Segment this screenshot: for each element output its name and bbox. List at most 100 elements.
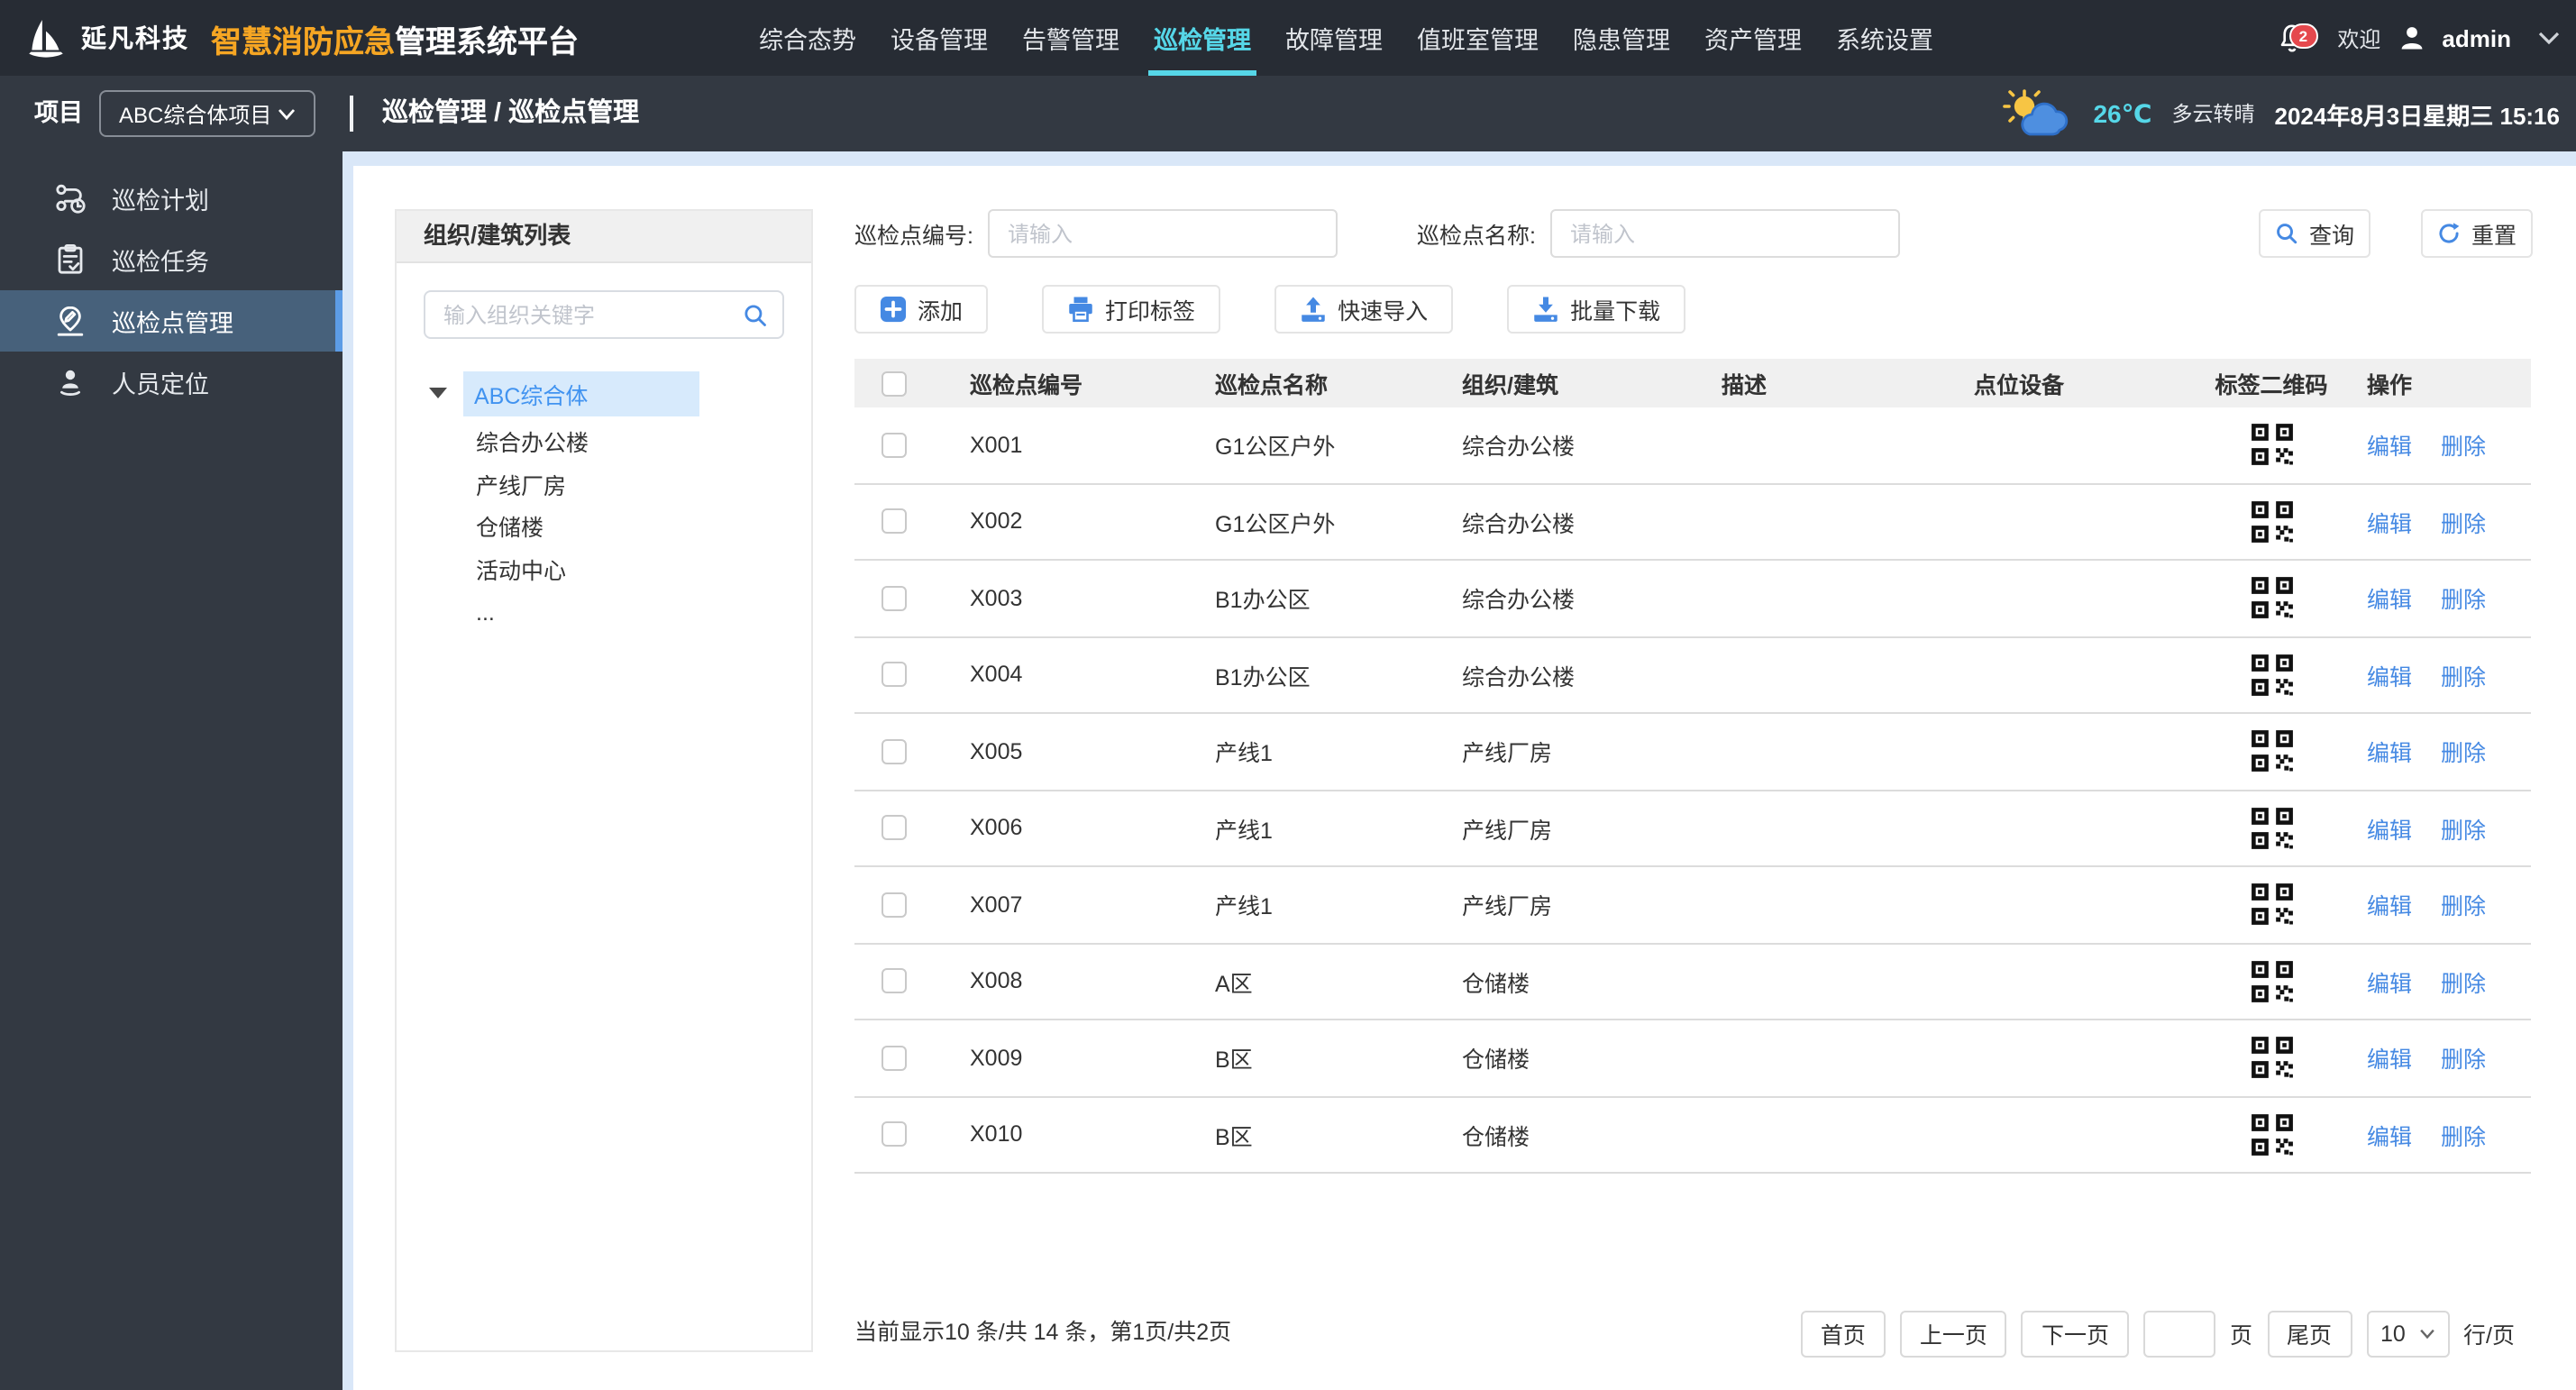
column-header-7: 操作 [2367,373,2413,398]
delete-link[interactable]: 删除 [2441,428,2486,462]
select-all-checkbox[interactable] [882,370,907,396]
product-name-suffix: 管理系统平台 [395,24,579,59]
project-select[interactable]: ABC综合体项目 [99,90,315,137]
notification-bell-icon[interactable]: 2 [2276,21,2318,55]
row-checkbox[interactable] [882,432,907,458]
row-select-cell [854,585,934,611]
prev-page-button[interactable]: 上一页 [1899,1310,2007,1357]
delete-link[interactable]: 删除 [2441,888,2486,922]
product-name-highlight: 智慧消防应急 [211,24,395,59]
row-checkbox[interactable] [882,892,907,918]
edit-link[interactable]: 编辑 [2367,1041,2412,1075]
tree-node-1[interactable]: 综合办公楼 [397,424,811,466]
row-select-cell [854,968,934,994]
page-number-input[interactable] [2142,1310,2215,1357]
row-checkbox[interactable] [882,968,907,994]
delete-link[interactable]: 删除 [2441,581,2486,616]
cell-point-code: X008 [970,968,1023,994]
username[interactable]: admin [2442,24,2511,51]
cell-point-code: X001 [970,432,1023,458]
sidebar-item-personnel-location[interactable]: 人员定位 [0,352,343,413]
cell-point-name: B区 [1215,1047,1253,1074]
nav-item-5[interactable]: 故障管理 [1280,0,1388,76]
first-page-button[interactable]: 首页 [1800,1310,1886,1357]
row-checkbox[interactable] [882,815,907,841]
printer-icon [1069,297,1092,323]
row-checkbox[interactable] [882,662,907,688]
cell-point-name: B1办公区 [1215,588,1311,614]
route-plan-icon [56,184,86,214]
tree-node-3[interactable]: 仓储楼 [397,508,811,551]
edit-link[interactable]: 编辑 [2367,965,2412,999]
user-avatar-icon[interactable] [2397,23,2425,52]
delete-link[interactable]: 删除 [2441,965,2486,999]
delete-link[interactable]: 删除 [2441,658,2486,692]
row-checkbox[interactable] [882,1121,907,1148]
company-logo-icon [29,19,63,57]
qr-code-icon [2251,883,2292,926]
edit-link[interactable]: 编辑 [2367,428,2412,462]
nav-item-1[interactable]: 综合态势 [754,0,862,76]
point-code-input[interactable] [987,209,1338,258]
edit-link[interactable]: 编辑 [2367,888,2412,922]
tree-root-node[interactable]: ABC综合体 [463,370,699,416]
cell-org-building: 综合办公楼 [1462,588,1576,614]
nav-item-8[interactable]: 资产管理 [1699,0,1807,76]
row-checkbox[interactable] [882,585,907,611]
nav-item-2[interactable]: 设备管理 [885,0,993,76]
search-icon [2277,224,2297,244]
reset-button[interactable]: 重置 [2421,209,2533,258]
batch-download-button[interactable]: 批量下载 [1507,285,1686,334]
cell-point-name: G1公区户外 [1215,434,1336,461]
task-list-icon [58,244,83,274]
cell-qr-code [2190,423,2352,468]
edit-link[interactable]: 编辑 [2367,1118,2412,1152]
org-search-icon[interactable] [743,302,768,327]
row-checkbox[interactable] [882,1045,907,1071]
toolbar: 添加 打印标签 快速导入 批量下载 [854,285,1686,334]
sidebar-item-inspection-task[interactable]: 巡检任务 [0,229,343,290]
delete-link[interactable]: 删除 [2441,1118,2486,1152]
page-size-select[interactable]: 10 [2366,1310,2450,1357]
next-page-button[interactable]: 下一页 [2021,1310,2129,1357]
edit-link[interactable]: 编辑 [2367,581,2412,616]
nav-item-4[interactable]: 巡检管理 [1148,0,1256,76]
edit-link[interactable]: 编辑 [2367,811,2412,846]
delete-link[interactable]: 删除 [2441,735,2486,769]
tree-node-4[interactable]: 活动中心 [397,551,811,593]
tree-node-5[interactable]: ... [397,593,811,636]
row-select-cell [854,738,934,764]
delete-link[interactable]: 删除 [2441,811,2486,846]
print-label-button[interactable]: 打印标签 [1042,285,1221,334]
org-search-input[interactable] [440,300,743,329]
delete-link[interactable]: 删除 [2441,505,2486,539]
row-checkbox[interactable] [882,508,907,535]
cell-point-code: X004 [970,662,1023,688]
tree-node-2[interactable]: 产线厂房 [397,466,811,508]
nav-item-7[interactable]: 隐患管理 [1567,0,1676,76]
user-area: 2 欢迎 admin [2276,0,2560,76]
qr-code-icon [2251,1037,2292,1079]
nav-item-6[interactable]: 值班室管理 [1411,0,1544,76]
row-checkbox[interactable] [882,738,907,764]
edit-link[interactable]: 编辑 [2367,658,2412,692]
pagination-status: 当前显示10 条/共 14 条，第1页/共2页 [854,1320,1232,1345]
add-button[interactable]: 添加 [854,285,989,334]
delete-link[interactable]: 删除 [2441,1041,2486,1075]
quick-import-button[interactable]: 快速导入 [1274,285,1454,334]
user-menu-chevron-icon[interactable] [2538,31,2560,45]
tree-expand-caret-icon[interactable] [429,388,447,398]
last-page-button[interactable]: 尾页 [2267,1310,2352,1357]
sidebar-item-inspection-point[interactable]: 巡检点管理 [0,290,343,352]
nav-item-9[interactable]: 系统设置 [1831,0,1939,76]
nav-item-3[interactable]: 告警管理 [1017,0,1125,76]
edit-link[interactable]: 编辑 [2367,505,2412,539]
point-name-input[interactable] [1549,209,1900,258]
datetime: 2024年8月3日星期三 15:16 [2274,102,2561,129]
tree-root-row[interactable]: ABC综合体 [397,370,811,416]
page-size-chevron-icon [2419,1328,2434,1339]
quick-import-button-label: 快速导入 [1338,299,1429,325]
query-button[interactable]: 查询 [2259,209,2370,258]
sidebar-item-inspection-plan[interactable]: 巡检计划 [0,168,343,229]
edit-link[interactable]: 编辑 [2367,735,2412,769]
